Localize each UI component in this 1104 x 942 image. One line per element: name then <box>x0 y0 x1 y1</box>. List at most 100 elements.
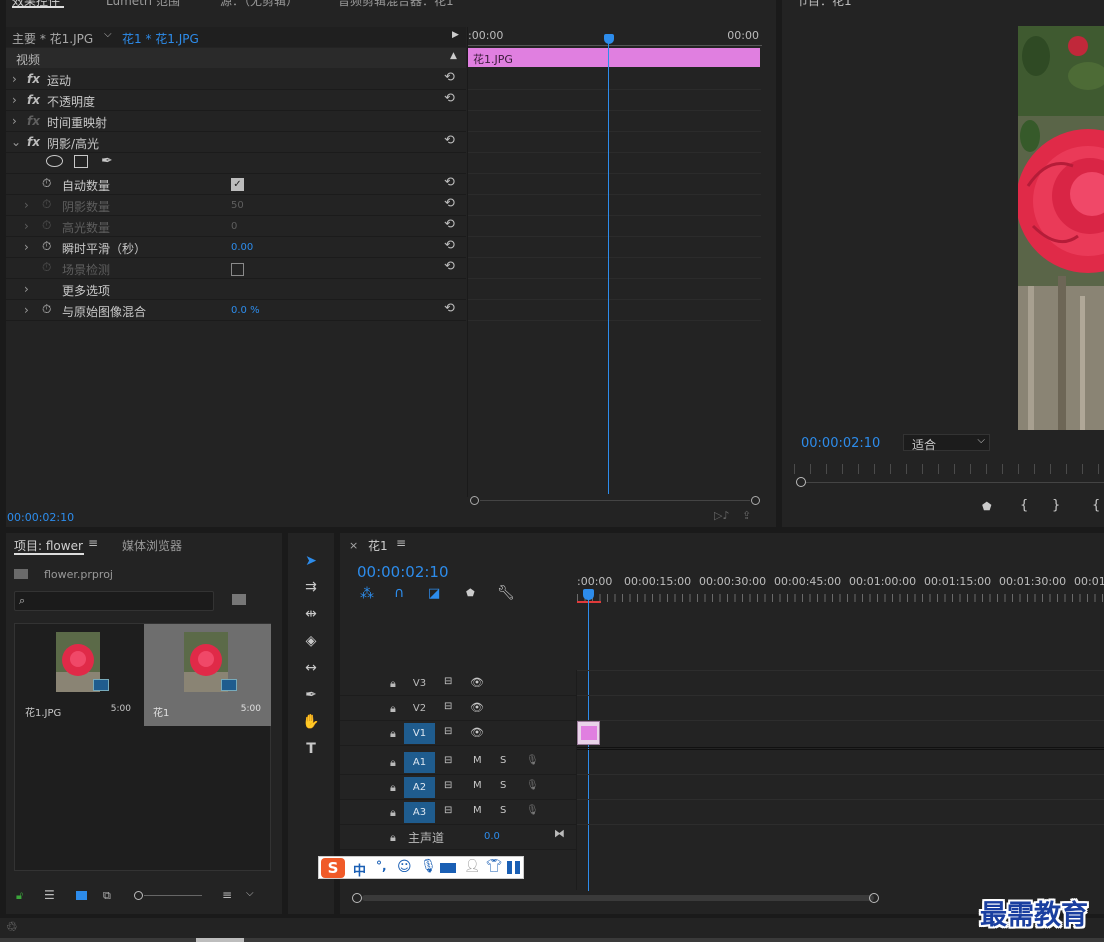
menu-icon[interactable]: ≡ <box>88 536 98 550</box>
mute-button[interactable]: M <box>473 805 482 816</box>
reset-icon[interactable]: ⟲ <box>444 260 458 274</box>
stopwatch-icon[interactable]: ⏱ <box>42 260 51 275</box>
ellipse-mask-icon[interactable] <box>46 155 63 167</box>
param-value[interactable]: 0.00 <box>231 242 253 253</box>
effect-row-shadow-highlight[interactable]: ⌄ fx 阴影/高光 ⟲ <box>6 132 466 153</box>
emoji-icon[interactable]: ☺ <box>397 859 412 875</box>
lock-icon[interactable]: 🔒︎ <box>390 702 396 716</box>
chevron-down-icon[interactable]: ⌵ <box>246 888 254 899</box>
reset-icon[interactable]: ⟲ <box>444 176 458 190</box>
linked-selection-icon[interactable]: ◪ <box>428 586 440 601</box>
ime-punctuation[interactable]: °, <box>376 859 387 873</box>
mute-button[interactable]: M <box>473 755 482 766</box>
add-marker-icon[interactable]: ⬟ <box>982 500 992 513</box>
type-tool-icon[interactable]: T <box>302 740 320 758</box>
sync-lock-icon[interactable]: ⊟ <box>444 676 452 687</box>
slip-tool-icon[interactable]: ↔ <box>302 659 320 677</box>
mute-button[interactable]: M <box>473 780 482 791</box>
track-target[interactable]: V2 <box>404 698 435 719</box>
collapse-up-icon[interactable]: ▲ <box>450 51 457 61</box>
lock-icon[interactable]: 🔒︎ <box>390 806 396 820</box>
chevron-right-icon[interactable]: › <box>12 114 17 128</box>
reset-icon[interactable]: ⟲ <box>444 134 458 148</box>
project-item-selected[interactable]: 花1 5:00 <box>144 624 271 726</box>
add-marker-icon[interactable]: ⬟ <box>466 588 475 599</box>
sequence-clip-selector[interactable]: 花1 * 花1.JPG <box>122 30 199 47</box>
sync-lock-icon[interactable]: ⊟ <box>444 780 452 791</box>
play-triangle-icon[interactable]: ▶ <box>452 30 459 40</box>
param-value[interactable]: 0 <box>231 221 237 232</box>
chevron-right-icon[interactable]: › <box>24 282 29 296</box>
track-select-tool-icon[interactable]: ⇉ <box>302 578 320 596</box>
skin-shirt-icon[interactable]: 👕︎ <box>486 859 503 874</box>
track-target[interactable]: V1 <box>404 723 435 744</box>
lock-icon[interactable]: 🔒︎ <box>390 677 396 691</box>
project-item[interactable]: 花1.JPG 5:00 <box>15 624 143 726</box>
chevron-right-icon[interactable]: › <box>24 219 29 233</box>
track-target[interactable]: A2 <box>404 777 435 798</box>
program-title[interactable]: 节目：花1 <box>796 0 852 9</box>
track-target[interactable]: A3 <box>404 802 435 823</box>
effect-timecode[interactable]: 00:00:02:10 <box>7 511 74 524</box>
sync-lock-icon[interactable]: ⊟ <box>444 701 452 712</box>
lock-icon[interactable]: 🔒︎ <box>390 756 396 770</box>
pen-mask-icon[interactable]: ✒ <box>101 153 113 169</box>
freeform-view-icon[interactable]: ⧉ <box>103 889 111 903</box>
go-to-in-icon[interactable]: { <box>1092 498 1100 513</box>
param-value[interactable]: 0.0 % <box>231 305 260 316</box>
export-icon[interactable]: ⇪ <box>742 509 751 522</box>
sort-icon[interactable]: ≡ <box>222 888 232 902</box>
search-field[interactable]: ⌕ <box>14 591 214 611</box>
selection-tool-icon[interactable]: ➤ <box>302 552 320 570</box>
reset-icon[interactable]: ⟲ <box>444 239 458 253</box>
new-bin-search-icon[interactable] <box>232 594 246 605</box>
chevron-right-icon[interactable]: › <box>24 240 29 254</box>
search-input[interactable] <box>35 593 205 609</box>
zoom-slider[interactable] <box>134 891 204 901</box>
tab-sequence[interactable]: 花1 <box>368 537 388 554</box>
lock-icon[interactable]: 🔒︎ <box>390 781 396 795</box>
solo-button[interactable]: S <box>500 755 506 766</box>
v1-clip[interactable] <box>577 721 600 745</box>
hand-tool-icon[interactable]: ✋ <box>302 713 320 731</box>
sync-status-icon[interactable]: ♲ <box>6 920 18 935</box>
pen-tool-icon[interactable]: ✒ <box>302 686 320 704</box>
menu-icon[interactable]: ≡ <box>396 536 406 550</box>
snap-magnet-icon[interactable]: ∩ <box>394 585 404 601</box>
stopwatch-icon[interactable]: ⏱ <box>42 239 51 254</box>
param-value[interactable]: 50 <box>231 200 244 211</box>
playhead-marker[interactable] <box>604 34 614 44</box>
chevron-right-icon[interactable]: › <box>24 303 29 317</box>
sync-lock-icon[interactable]: ⊟ <box>444 726 452 737</box>
auto-amount-checkbox[interactable]: ✓ <box>231 178 244 191</box>
fit-dropdown[interactable]: 适合 ⌵ <box>903 434 990 452</box>
track-target[interactable]: A1 <box>404 752 435 773</box>
timeline-playhead-marker[interactable] <box>583 589 594 600</box>
chevron-right-icon[interactable]: › <box>12 93 17 107</box>
ripple-edit-tool-icon[interactable]: ⇹ <box>302 605 320 623</box>
solo-button[interactable]: S <box>500 805 506 816</box>
reset-icon[interactable]: ⟲ <box>444 197 458 211</box>
tab-source[interactable]: 源：（无剪辑） <box>220 0 298 9</box>
chevron-down-icon[interactable]: ⌵ <box>104 29 112 40</box>
reset-icon[interactable]: ⟲ <box>444 218 458 232</box>
eye-icon[interactable]: 👁︎ <box>470 701 484 714</box>
lock-icon[interactable]: 🔒︎ <box>390 831 396 845</box>
track-target[interactable]: V3 <box>404 673 435 694</box>
effect-row-motion[interactable]: › fx 运动 ⟲ <box>6 69 466 90</box>
lock-icon[interactable]: 🔒︎ <box>390 727 396 741</box>
eye-icon[interactable]: 👁︎ <box>470 676 484 689</box>
stopwatch-icon[interactable]: ⏱ <box>42 197 51 212</box>
play-audio-icon[interactable]: ▷♪ <box>714 509 729 522</box>
mark-out-icon[interactable]: } <box>1052 498 1060 513</box>
icon-view-icon[interactable] <box>76 891 87 900</box>
microphone-icon[interactable]: 🎙︎ <box>420 859 437 874</box>
microphone-icon[interactable]: 🎙︎ <box>526 755 539 766</box>
stopwatch-icon[interactable]: ⏱ <box>42 176 51 191</box>
expand-icon[interactable]: ⧓ <box>554 827 565 840</box>
scene-detect-checkbox[interactable] <box>231 263 244 276</box>
sync-lock-icon[interactable]: ⊟ <box>444 755 452 766</box>
ime-language[interactable]: 中 <box>353 860 366 879</box>
reset-icon[interactable]: ⟲ <box>444 302 458 316</box>
lock-icon[interactable]: 🔓︎ <box>16 889 23 903</box>
